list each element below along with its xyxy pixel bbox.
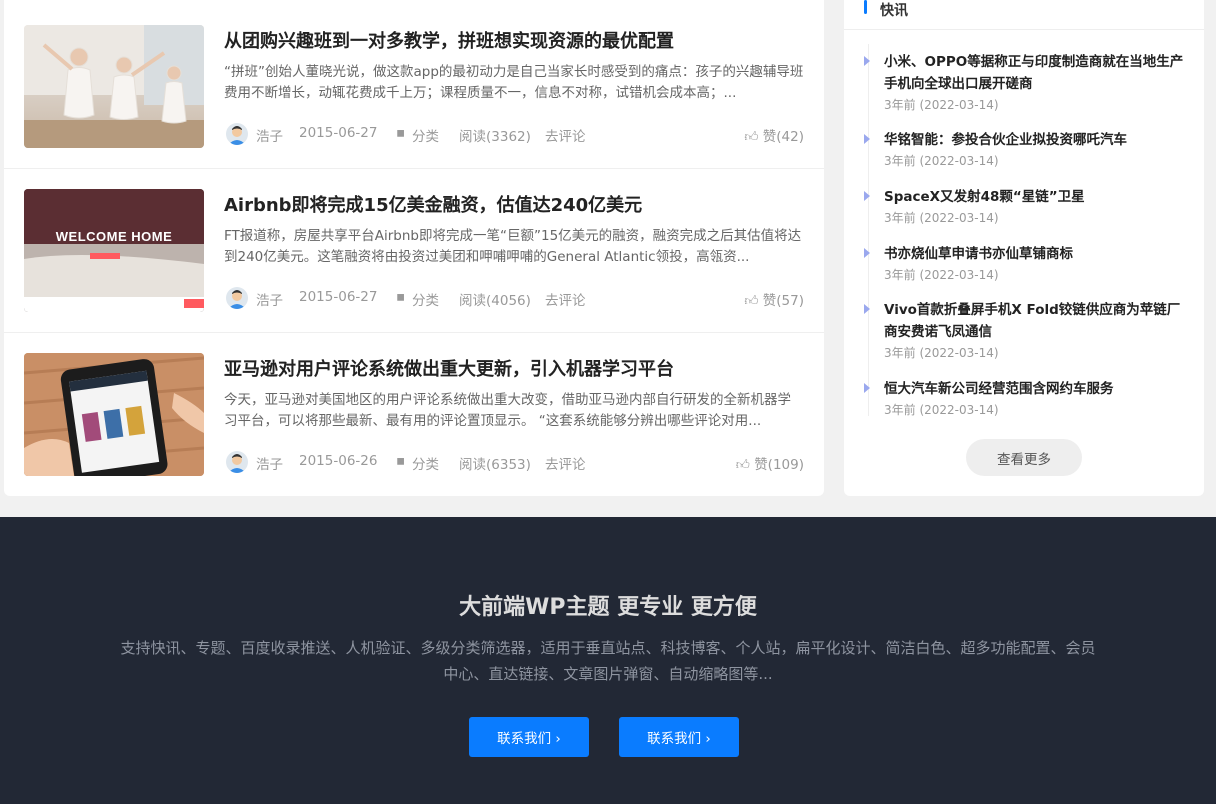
sidebar-title: 快讯	[880, 3, 908, 19]
ballet-class-photo	[24, 25, 204, 148]
news-time: 3年前 (2022-03-14)	[884, 154, 999, 168]
post-date: 2015-06-27	[299, 289, 378, 305]
bullet-triangle-icon	[864, 383, 870, 393]
contact-us-button[interactable]: 联系我们 ›	[469, 717, 589, 757]
thumbs-up-icon: 👍︎	[735, 457, 755, 473]
post-category[interactable]: 分类	[412, 125, 439, 145]
bullet-triangle-icon	[864, 248, 870, 258]
avatar[interactable]	[226, 451, 248, 473]
avatar[interactable]	[226, 287, 248, 309]
bullet-triangle-icon	[864, 304, 870, 314]
post-item: 亚马逊对用户评论系统做出重大更新，引入机器学习平台 今天，亚马逊对美国地区的用户…	[4, 333, 824, 497]
like-count: 赞(109)	[754, 457, 804, 473]
like-count: 赞(57)	[762, 293, 804, 309]
post-category[interactable]: 分类	[412, 453, 439, 473]
post-list: 从团购兴趣班到一对多教学，拼班想实现资源的最优配置 “拼班”创始人董晓光说，做这…	[4, 0, 824, 496]
bullet-triangle-icon	[864, 191, 870, 201]
post-meta: 浩子 2015-06-27 ▪ 分类 阅读(4056) 去评论 👍︎ 赞(57)	[224, 286, 804, 312]
footer-banner: 大前端WP主题 更专业 更方便 支持快讯、专题、百度收录推送、人机验证、多级分类…	[0, 517, 1216, 804]
post-excerpt: 今天，亚马逊对美国地区的用户评论系统做出重大改变，借助亚马逊内部自行研发的全新机…	[224, 392, 791, 429]
news-title[interactable]: 华铭智能：参投合伙企业拟投资哪吒汽车	[884, 129, 1184, 151]
user-avatar-icon	[228, 454, 246, 473]
post-comment-link[interactable]: 去评论	[545, 289, 586, 309]
post-thumbnail[interactable]: WELCOME HOME	[24, 189, 204, 312]
news-title[interactable]: Vivo首款折叠屏手机X Fold铰链供应商为苹链厂商安费诺飞凤通信	[884, 299, 1184, 343]
news-time: 3年前 (2022-03-14)	[884, 268, 999, 282]
news-time: 3年前 (2022-03-14)	[884, 403, 999, 417]
post-views: 阅读(4056)	[459, 293, 531, 309]
post-meta: 浩子 2015-06-27 ▪ 分类 阅读(3362) 去评论 👍︎ 赞(42)	[224, 122, 804, 148]
news-title[interactable]: 小米、OPPO等据称正与印度制造商就在当地生产手机向全球出口展开磋商	[884, 51, 1184, 95]
post-title[interactable]: 亚马逊对用户评论系统做出重大更新，引入机器学习平台	[224, 355, 674, 381]
news-title[interactable]: 书亦烧仙草申请书亦仙草铺商标	[884, 243, 1184, 265]
post-title[interactable]: Airbnb即将完成15亿美金融资，估值达240亿美元	[224, 191, 642, 217]
flash-news-sidebar: 快讯 小米、OPPO等据称正与印度制造商就在当地生产手机向全球出口展开磋商 3年…	[844, 0, 1204, 496]
like-button[interactable]: 👍︎ 赞(109)	[736, 453, 804, 473]
airbnb-image-caption: WELCOME HOME	[55, 229, 173, 244]
folder-icon: ▪	[396, 453, 406, 469]
like-button[interactable]: 👍︎ 赞(57)	[744, 289, 804, 309]
post-views: 阅读(3362)	[459, 129, 531, 145]
user-avatar-icon	[228, 126, 246, 145]
post-author[interactable]: 浩子	[256, 289, 283, 309]
post-date: 2015-06-26	[299, 453, 378, 469]
airbnb-welcome-home-photo	[24, 189, 204, 312]
post-excerpt: FT报道称，房屋共享平台Airbnb即将完成一笔“巨额”15亿美元的融资，融资完…	[224, 228, 802, 265]
user-avatar-icon	[228, 290, 246, 309]
post-item: 从团购兴趣班到一对多教学，拼班想实现资源的最优配置 “拼班”创始人董晓光说，做这…	[4, 5, 824, 169]
thumbs-up-icon: 👍︎	[744, 129, 763, 145]
folder-icon: ▪	[396, 125, 406, 141]
news-title[interactable]: SpaceX又发射48颗“星链”卫星	[884, 186, 1184, 208]
amazon-phone-photo	[24, 353, 204, 476]
news-title[interactable]: 恒大汽车新公司经营范围含网约车服务	[884, 378, 1184, 400]
avatar[interactable]	[226, 123, 248, 145]
bullet-triangle-icon	[864, 134, 870, 144]
news-time: 3年前 (2022-03-14)	[884, 211, 999, 225]
post-date: 2015-06-27	[299, 125, 378, 141]
news-time: 3年前 (2022-03-14)	[884, 98, 999, 112]
post-thumbnail[interactable]	[24, 353, 204, 476]
folder-icon: ▪	[396, 289, 406, 305]
footer-description: 支持快讯、专题、百度收录推送、人机验证、多级分类筛选器，适用于垂直站点、科技博客…	[120, 639, 1096, 683]
post-meta: 浩子 2015-06-26 ▪ 分类 阅读(6353) 去评论 👍︎ 赞(109…	[224, 450, 804, 476]
like-count: 赞(42)	[762, 129, 804, 145]
post-item: WELCOME HOME Airbnb即将完成15亿美金融资，估值达240亿美元…	[4, 169, 824, 333]
contact-us-button-2[interactable]: 联系我们 ›	[619, 717, 739, 757]
like-button[interactable]: 👍︎ 赞(42)	[744, 125, 804, 145]
post-comment-link[interactable]: 去评论	[545, 125, 586, 145]
post-thumbnail[interactable]	[24, 25, 204, 148]
post-category[interactable]: 分类	[412, 289, 439, 309]
post-views: 阅读(6353)	[459, 457, 531, 473]
news-time: 3年前 (2022-03-14)	[884, 346, 999, 360]
thumbs-up-icon: 👍︎	[744, 293, 763, 309]
timeline-line	[868, 44, 869, 416]
view-more-button[interactable]: 查看更多	[966, 439, 1082, 476]
accent-bar	[864, 0, 867, 14]
bullet-triangle-icon	[864, 56, 870, 66]
footer-title: 大前端WP主题 更专业 更方便	[459, 595, 757, 620]
post-title[interactable]: 从团购兴趣班到一对多教学，拼班想实现资源的最优配置	[224, 27, 674, 53]
sidebar-header: 快讯	[844, 0, 1204, 30]
post-comment-link[interactable]: 去评论	[545, 453, 586, 473]
post-author[interactable]: 浩子	[256, 125, 283, 145]
post-author[interactable]: 浩子	[256, 453, 283, 473]
post-excerpt: “拼班”创始人董晓光说，做这款app的最初动力是自己当家长时感受到的痛点：孩子的…	[224, 64, 804, 101]
